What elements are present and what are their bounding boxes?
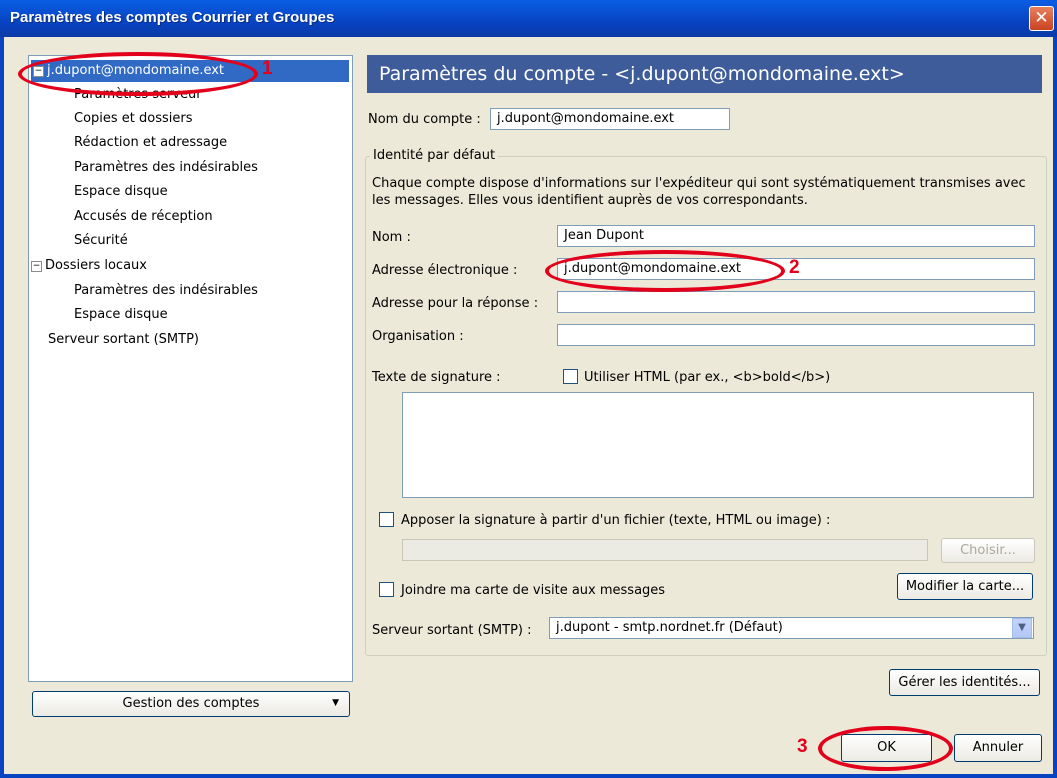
choose-file-button[interactable]: Choisir...: [941, 538, 1035, 563]
annotation-ellipse-2: [545, 250, 785, 292]
identity-legend: Identité par défaut: [370, 148, 499, 163]
name-field[interactable]: Jean Dupont: [557, 225, 1035, 247]
use-html-label: Utiliser HTML (par ex., <b>bold</b>): [584, 370, 831, 385]
identity-description: Chaque compte dispose d'informations sur…: [372, 176, 1026, 208]
smtp-select[interactable]: j.dupont - smtp.nordnet.fr (Défaut): [549, 617, 1034, 639]
cancel-button[interactable]: Annuler: [954, 734, 1042, 762]
tree-item-composition[interactable]: Rédaction et adressage: [74, 132, 227, 154]
name-label: Nom :: [372, 230, 411, 245]
dropdown-arrow-icon: ▼: [332, 698, 339, 708]
vcard-label: Joindre ma carte de visite aux messages: [401, 583, 666, 598]
window-title: Paramètres des comptes Courrier et Group…: [10, 9, 335, 26]
reply-to-field[interactable]: [557, 291, 1035, 313]
close-icon: ✕: [1034, 8, 1049, 28]
tree-item-outgoing-server[interactable]: Serveur sortant (SMTP): [48, 329, 199, 351]
organization-label: Organisation :: [372, 329, 464, 344]
reply-to-label: Adresse pour la réponse :: [372, 296, 539, 311]
annotation-marker-1: 1: [262, 58, 273, 79]
signature-file-field: [402, 539, 928, 561]
account-actions-button[interactable]: Gestion des comptes ▼: [32, 691, 350, 717]
account-name-field[interactable]: j.dupont@mondomaine.ext: [490, 108, 730, 130]
signature-textarea[interactable]: [402, 392, 1034, 498]
annotation-ellipse-1: [18, 52, 258, 96]
attach-file-checkbox[interactable]: [379, 512, 394, 527]
window-border-right: [1053, 37, 1057, 778]
tree-item-local-junk-settings[interactable]: Paramètres des indésirables: [74, 280, 258, 302]
tree-item-local-disk-space[interactable]: Espace disque: [74, 304, 168, 326]
account-tree[interactable]: − j.dupont@mondomaine.ext Paramètres ser…: [28, 55, 353, 682]
tree-item-security[interactable]: Sécurité: [74, 230, 128, 252]
close-button[interactable]: ✕: [1029, 6, 1054, 31]
edit-card-button[interactable]: Modifier la carte...: [897, 573, 1033, 600]
collapse-icon[interactable]: −: [31, 261, 42, 272]
tree-item-return-receipts[interactable]: Accusés de réception: [74, 206, 213, 228]
window-border-bottom: [0, 774, 1057, 778]
attach-file-label: Apposer la signature à partir d'un fichi…: [401, 513, 831, 528]
vcard-checkbox[interactable]: [379, 582, 394, 597]
tree-item-copies-folders[interactable]: Copies et dossiers: [74, 108, 193, 130]
organization-field[interactable]: [557, 324, 1035, 346]
account-actions-label: Gestion des comptes: [122, 696, 260, 711]
panel-header: Paramètres du compte - <j.dupont@mondoma…: [367, 55, 1042, 93]
account-name-label: Nom du compte :: [368, 112, 481, 127]
tree-item-disk-space[interactable]: Espace disque: [74, 181, 168, 203]
manage-identities-button[interactable]: Gérer les identités...: [889, 669, 1040, 696]
tree-item-junk-settings[interactable]: Paramètres des indésirables: [74, 157, 258, 179]
smtp-label: Serveur sortant (SMTP) :: [372, 623, 532, 638]
annotation-marker-2: 2: [789, 257, 800, 278]
title-bar: Paramètres des comptes Courrier et Group…: [0, 0, 1057, 37]
annotation-marker-3: 3: [797, 736, 808, 757]
chevron-down-icon[interactable]: ▼: [1012, 618, 1032, 638]
signature-label: Texte de signature :: [372, 370, 501, 385]
use-html-checkbox[interactable]: [563, 369, 578, 384]
email-label: Adresse électronique :: [372, 263, 518, 278]
window-border-left: [0, 37, 4, 778]
annotation-ellipse-3: [818, 726, 953, 771]
